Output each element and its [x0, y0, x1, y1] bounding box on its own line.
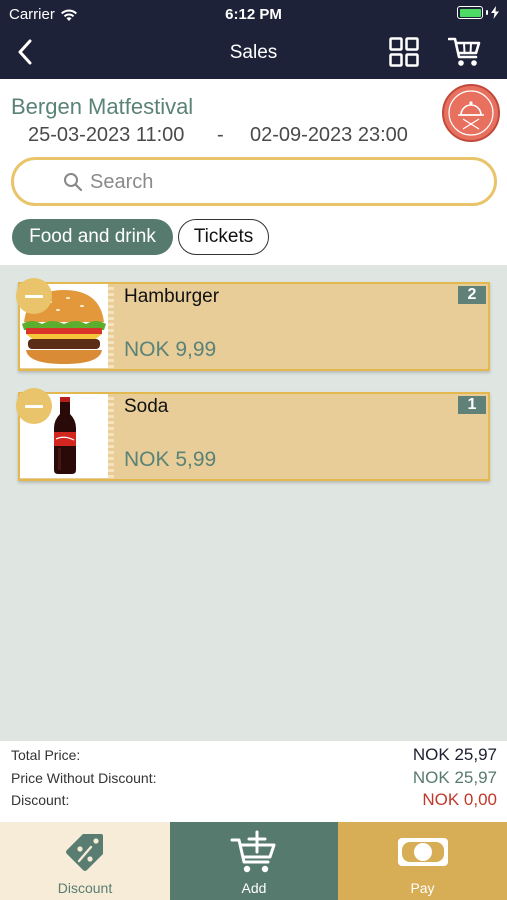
grid-view-button[interactable]	[389, 37, 419, 67]
event-name: Bergen Matfestival	[11, 94, 194, 119]
item-price: NOK 5,99	[124, 448, 217, 471]
discount-label: Discount:	[11, 792, 70, 808]
item-name: Soda	[124, 396, 169, 417]
search-bar[interactable]	[11, 157, 497, 206]
search-input[interactable]	[90, 169, 470, 195]
cart-item-list: Hamburger NOK 9,99 2 Soda NOK 5,99 1	[0, 265, 507, 741]
festival-logo-icon	[448, 90, 494, 136]
list-item[interactable]: Soda NOK 5,99 1	[16, 388, 490, 481]
battery-icon	[457, 6, 499, 19]
tab-pay-label: Pay	[410, 880, 435, 896]
minus-icon	[25, 404, 43, 408]
add-to-cart-icon	[230, 830, 276, 873]
price-without-discount-label: Price Without Discount:	[11, 770, 157, 786]
tab-discount[interactable]: Discount	[0, 822, 170, 900]
event-end-date: 02-09-2023 23:00	[250, 124, 408, 146]
discount-tag-icon	[66, 834, 103, 871]
quantity-badge: 1	[458, 396, 486, 414]
cart-icon	[447, 37, 481, 66]
date-separator: -	[217, 124, 224, 146]
item-name: Hamburger	[124, 286, 220, 307]
tab-pay[interactable]: Pay	[338, 822, 507, 900]
event-start-date: 25-03-2023 11:00	[28, 124, 185, 146]
top-bar: Carrier 6:12 PM Sales	[0, 0, 507, 79]
item-price: NOK 9,99	[124, 338, 217, 361]
grid-icon	[389, 37, 419, 67]
remove-item-button[interactable]	[16, 388, 52, 424]
cart-button[interactable]	[447, 36, 482, 68]
category-food-and-drink[interactable]: Food and drink	[12, 219, 173, 255]
tab-discount-label: Discount	[57, 880, 113, 896]
remove-item-button[interactable]	[16, 278, 52, 314]
minus-icon	[25, 294, 43, 298]
discount-value: NOK 0,00	[422, 790, 497, 809]
event-logo	[442, 84, 500, 142]
charging-bolt-icon	[491, 6, 499, 19]
total-price-label: Total Price:	[11, 747, 81, 763]
price-without-discount-value: NOK 25,97	[412, 768, 497, 787]
list-item[interactable]: Hamburger NOK 9,99 2	[16, 278, 490, 371]
page-title: Sales	[229, 42, 278, 63]
status-time: 6:12 PM	[225, 6, 282, 23]
total-price-value: NOK 25,97	[412, 745, 497, 764]
tab-add[interactable]: Add	[170, 822, 338, 900]
banknote-icon	[397, 838, 448, 866]
quantity-badge: 2	[458, 286, 486, 304]
tab-add-label: Add	[241, 880, 267, 896]
totals-panel: Total Price: NOK 25,97 Price Without Dis…	[0, 741, 507, 822]
search-icon	[64, 173, 83, 192]
category-tickets[interactable]: Tickets	[178, 219, 269, 255]
status-bar: Carrier 6:12 PM	[0, 0, 507, 28]
